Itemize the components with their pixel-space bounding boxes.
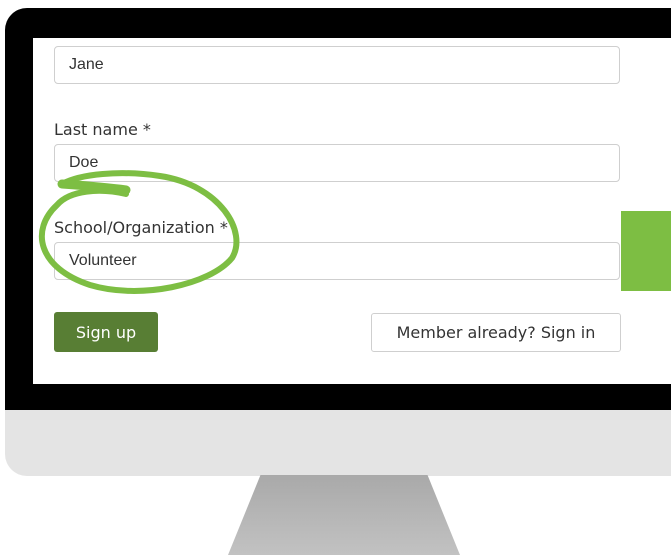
accent-tab xyxy=(621,211,671,291)
monitor-stand xyxy=(228,475,460,555)
organization-input[interactable] xyxy=(54,242,620,280)
last-name-input[interactable] xyxy=(54,144,620,182)
monitor-chin xyxy=(5,410,671,476)
sign-in-button[interactable]: Member already? Sign in xyxy=(371,313,621,352)
signup-form-screen: Last name * School/Organization * Sign u… xyxy=(33,38,671,384)
first-name-input[interactable] xyxy=(54,46,620,84)
last-name-label: Last name * xyxy=(54,120,151,139)
sign-up-button[interactable]: Sign up xyxy=(54,312,158,352)
organization-label: School/Organization * xyxy=(54,218,228,237)
